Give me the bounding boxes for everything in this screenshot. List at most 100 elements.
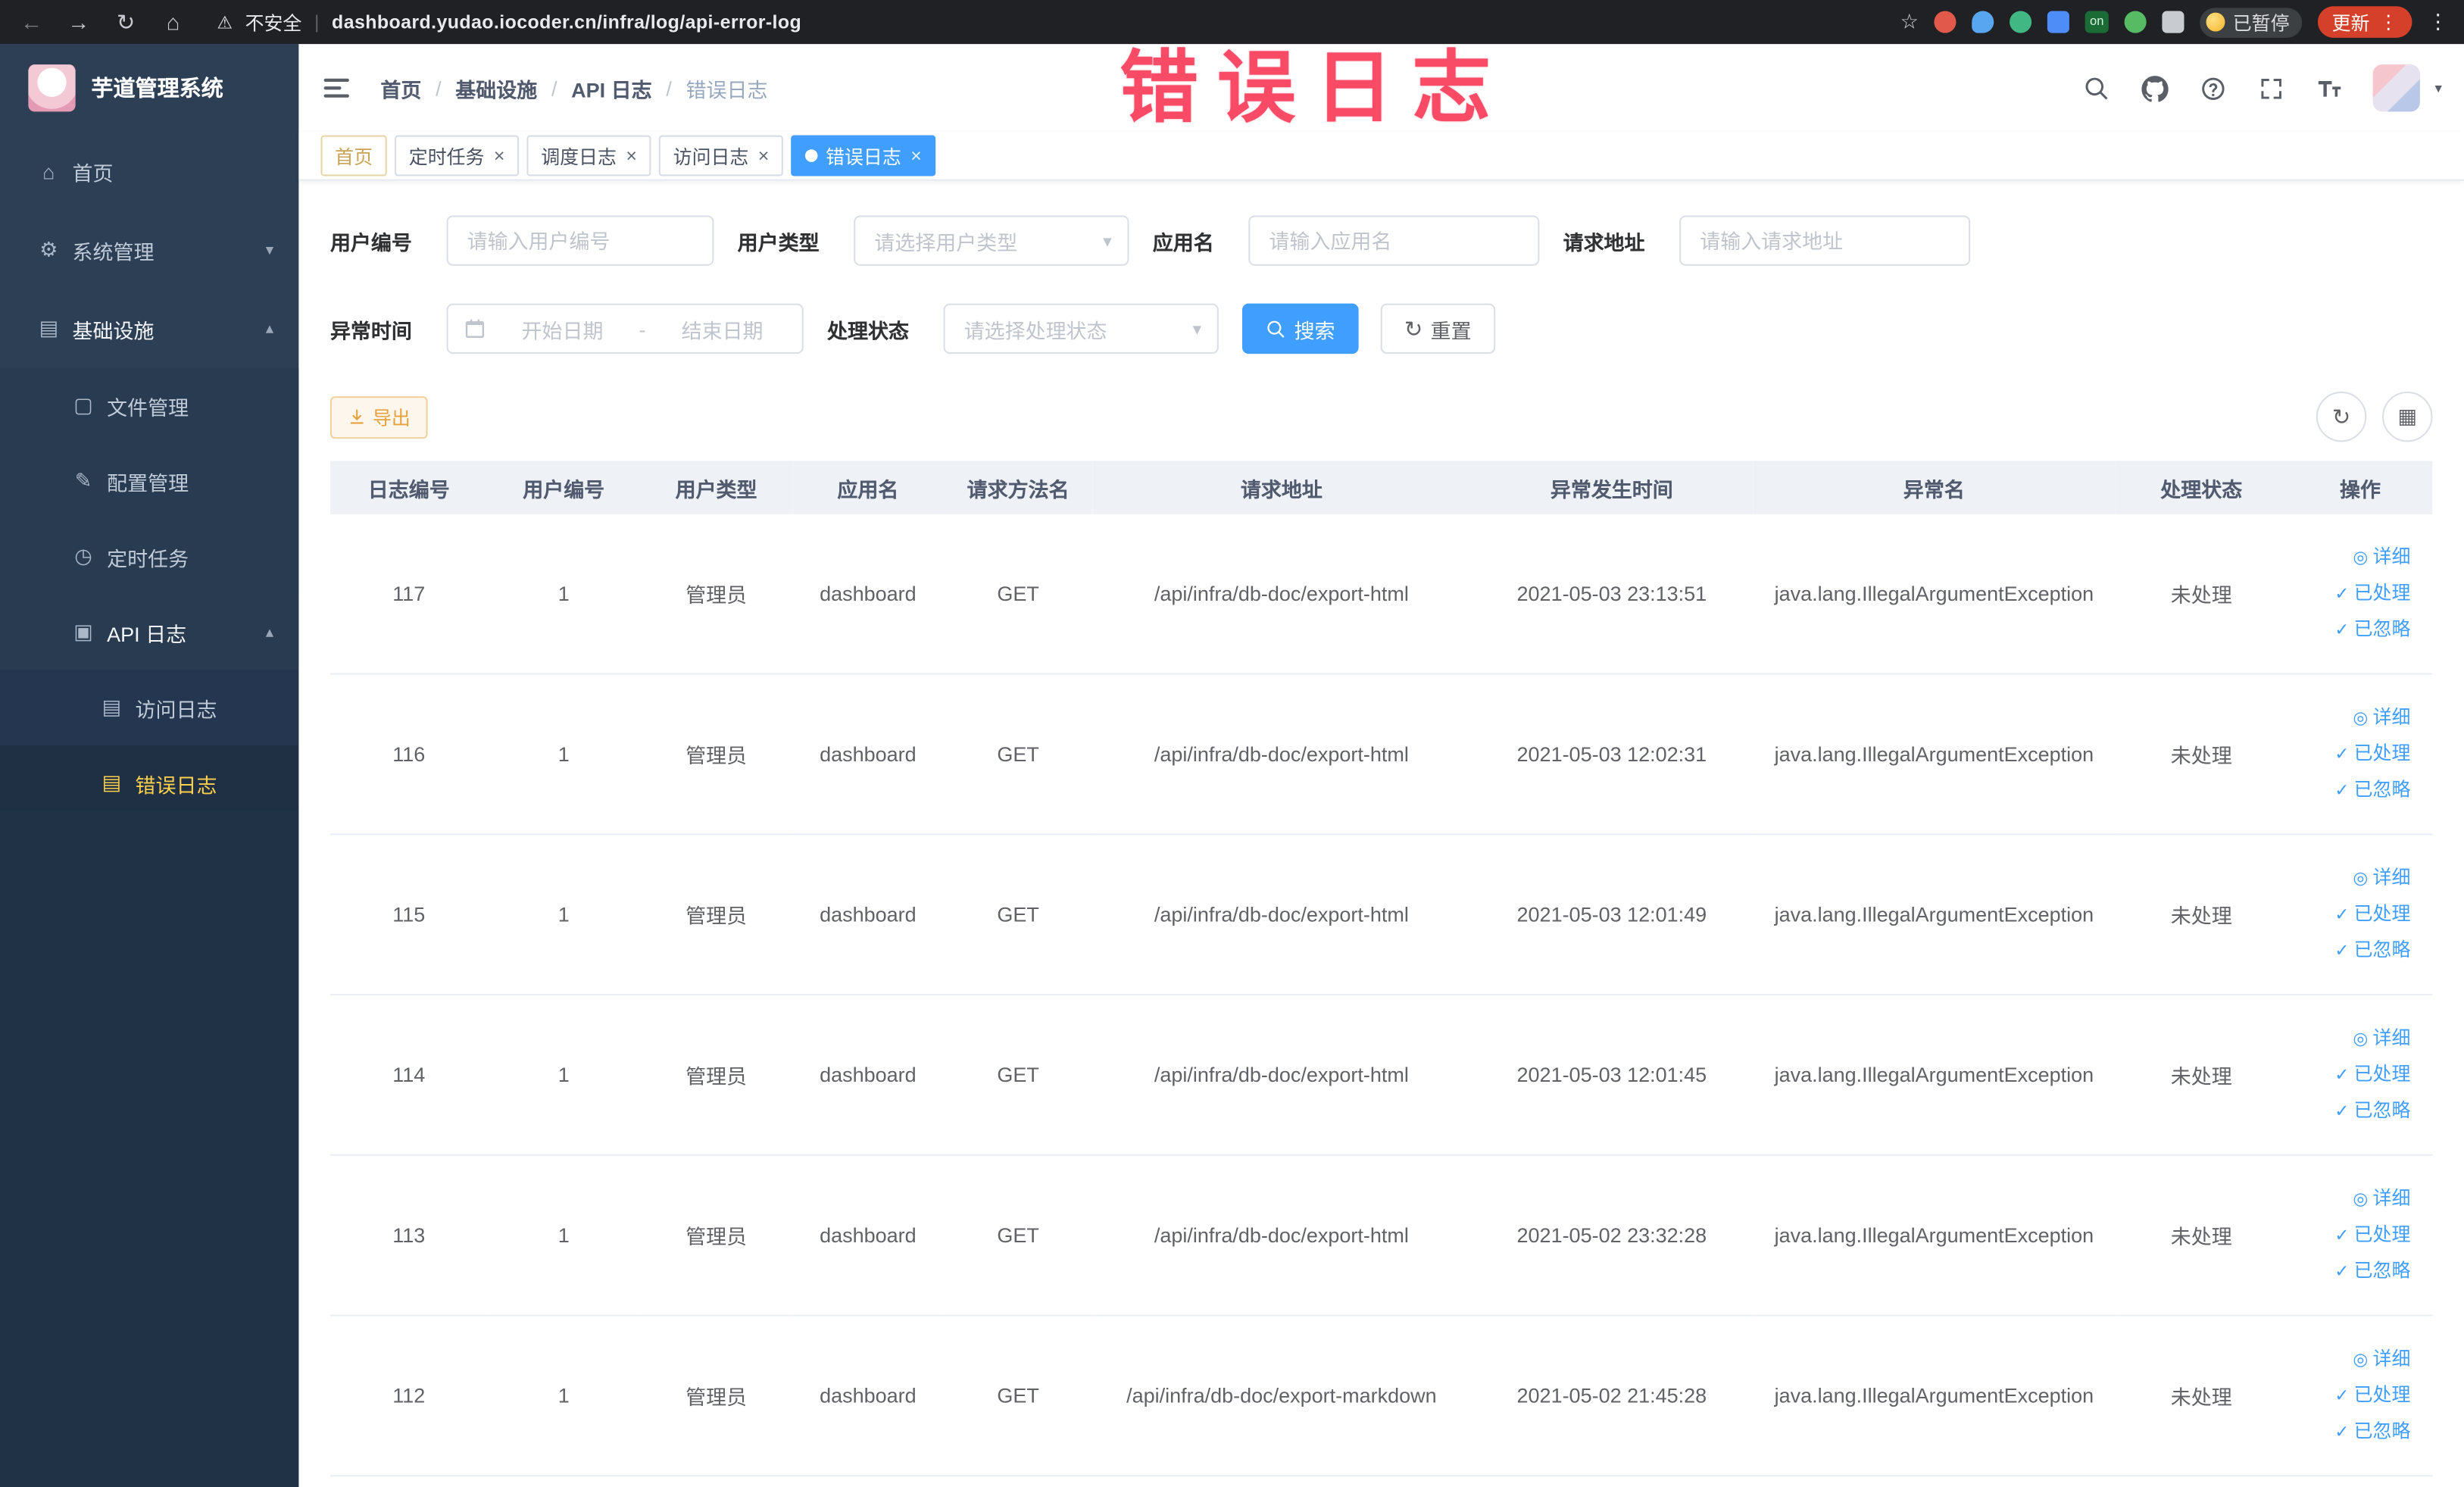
detail-link[interactable]: ◎ 详细 xyxy=(2294,861,2410,897)
filter-row-1: 用户编号 用户类型 请选择用户类型 应用名 xyxy=(330,215,2433,266)
processed-link[interactable]: ✓ 已处理 xyxy=(2294,896,2410,932)
font-size-icon[interactable] xyxy=(2316,74,2344,102)
filter-request-url: 请求地址 xyxy=(1563,215,1971,266)
table-header-row: 日志编号 用户编号 用户类型 应用名 请求方法名 请求地址 异常发生时间 异常名 处理状态 操作 xyxy=(329,461,2433,514)
ignored-link[interactable]: ✓ 已忽略 xyxy=(2294,612,2410,648)
sidebar-item-error-log[interactable]: ▤ 错误日志 xyxy=(0,745,299,811)
detail-link[interactable]: ◎ 详细 xyxy=(2294,1020,2410,1057)
tab-close-icon[interactable]: × xyxy=(758,146,770,165)
cell-exception: java.lang.IllegalArgumentException xyxy=(1753,514,2116,675)
reset-button[interactable]: 重置 xyxy=(1380,303,1495,355)
profile-paused-badge[interactable]: 已暂停 xyxy=(2200,7,2303,37)
breadcrumb-item[interactable]: 首页 xyxy=(380,73,421,103)
forward-icon[interactable]: → xyxy=(66,9,91,34)
check-icon: ✓ xyxy=(2334,942,2350,961)
sidebar-item-file-management[interactable]: ▢ 文件管理 xyxy=(0,367,299,444)
security-label: 不安全 xyxy=(245,11,302,34)
column-settings-button[interactable] xyxy=(2382,391,2433,442)
breadcrumb-item[interactable]: API 日志 xyxy=(571,73,651,103)
processed-link[interactable]: ✓ 已处理 xyxy=(2294,736,2410,773)
chevron-down-icon: ▾ xyxy=(265,241,274,259)
detail-link[interactable]: ◎ 详细 xyxy=(2294,700,2410,736)
ignored-link[interactable]: ✓ 已忽略 xyxy=(2294,772,2410,808)
ignored-link[interactable]: ✓ 已忽略 xyxy=(2294,1093,2410,1129)
help-icon[interactable] xyxy=(2199,74,2227,102)
export-button[interactable]: 导出 xyxy=(329,395,428,439)
bookmark-star-icon[interactable]: ☆ xyxy=(1900,9,1919,34)
cell-time: 2021-05-02 21:45:28 xyxy=(1470,1315,1754,1477)
action-label: 已处理 xyxy=(2353,582,2411,604)
column-header: 异常发生时间 xyxy=(1470,461,1754,514)
cell-user_id: 1 xyxy=(487,1154,640,1317)
sidebar-item-system-management[interactable]: ⚙ 系统管理 ▾ xyxy=(0,211,298,289)
chrome-update-button[interactable]: 更新 ⋮ xyxy=(2317,6,2412,38)
tab-label: 首页 xyxy=(335,145,373,168)
reset-button-label: 重置 xyxy=(1430,318,1472,342)
extension-icon-on[interactable]: on xyxy=(2085,11,2109,33)
eye-icon: ◎ xyxy=(2353,709,2369,729)
tab-home[interactable]: 首页 xyxy=(320,135,387,177)
ignored-link[interactable]: ✓ 已忽略 xyxy=(2294,1414,2410,1450)
sidebar-item-infrastructure[interactable]: ▤ 基础设施 ▴ xyxy=(0,289,298,368)
cell-status: 未处理 xyxy=(2115,1154,2288,1317)
sidebar-item-home[interactable]: ⌂ 首页 xyxy=(0,132,298,211)
ignored-link[interactable]: ✓ 已忽略 xyxy=(2294,1254,2410,1290)
tab-scheduled-tasks[interactable]: 定时任务 × xyxy=(395,135,520,177)
search-icon[interactable] xyxy=(2083,74,2111,102)
avatar-chevron-down-icon[interactable]: ▾ xyxy=(2435,80,2442,97)
detail-link[interactable]: ◎ 详细 xyxy=(2294,539,2410,576)
user-id-input[interactable] xyxy=(446,215,714,266)
request-url-input[interactable] xyxy=(1679,215,1971,266)
processed-link[interactable]: ✓ 已处理 xyxy=(2294,1378,2410,1414)
refresh-table-button[interactable] xyxy=(2316,391,2367,442)
select-placeholder: 请选择处理状态 xyxy=(963,318,1107,342)
processed-link[interactable]: ✓ 已处理 xyxy=(2294,1057,2411,1093)
extension-icon-drop[interactable] xyxy=(1972,11,1994,33)
check-icon: ✓ xyxy=(2334,1066,2350,1086)
reload-icon[interactable]: ↻ xyxy=(113,8,138,35)
home-icon[interactable]: ⌂ xyxy=(161,9,186,34)
action-label: 已处理 xyxy=(2353,1223,2411,1246)
app-name-input[interactable] xyxy=(1248,215,1540,266)
tab-access-log[interactable]: 访问日志 × xyxy=(658,135,784,177)
extensions-puzzle-icon[interactable] xyxy=(2162,11,2184,33)
back-icon[interactable]: ← xyxy=(19,9,44,34)
exception-time-range[interactable]: 开始日期 - 结束日期 xyxy=(446,303,804,355)
processed-link[interactable]: ✓ 已处理 xyxy=(2294,1217,2411,1254)
address-bar[interactable]: ⚠ 不安全 | dashboard.yudao.iocoder.cn/infra… xyxy=(217,8,1900,35)
detail-link[interactable]: ◎ 详细 xyxy=(2294,1342,2411,1378)
search-button[interactable]: 搜索 xyxy=(1242,303,1359,355)
breadcrumb-item[interactable]: 基础设施 xyxy=(455,73,537,103)
process-status-select[interactable]: 请选择处理状态 xyxy=(943,303,1219,355)
tab-schedule-log[interactable]: 调度日志 × xyxy=(526,135,651,177)
detail-link[interactable]: ◎ 详细 xyxy=(2294,1181,2410,1217)
fullscreen-icon[interactable] xyxy=(2257,74,2285,102)
extension-icon-grid[interactable] xyxy=(2047,11,2070,33)
page: 错误日志 ← → ↻ ⌂ ⚠ 不安全 | dashboard.yudao.ioc… xyxy=(0,0,2464,1487)
sidebar-item-api-logs[interactable]: ▣ API 日志 ▴ xyxy=(0,594,299,670)
tab-close-icon[interactable]: × xyxy=(626,146,637,165)
logo[interactable]: 芋道管理系统 xyxy=(0,44,299,133)
user-avatar[interactable] xyxy=(2373,64,2421,112)
action-label: 已处理 xyxy=(2353,1063,2411,1086)
sidebar: 芋道管理系统 ⌂ 首页 ⚙ 系统管理 ▾ ▤ 基础设施 ▴ ▢ 文件管理 ✎ 配置管理 ◷ 定时任务 ▣ AP… xyxy=(0,44,299,1487)
extension-icon-leaf[interactable] xyxy=(2124,11,2147,33)
ignored-link[interactable]: ✓ 已忽略 xyxy=(2294,932,2410,969)
user-type-label: 用户类型 xyxy=(737,230,820,255)
sidebar-toggle-icon[interactable] xyxy=(323,72,356,104)
sidebar-item-scheduled-tasks[interactable]: ◷ 定时任务 xyxy=(0,519,299,595)
address-separator: | xyxy=(314,11,320,33)
action-label: 详细 xyxy=(2372,1348,2411,1370)
tab-close-icon[interactable]: × xyxy=(910,146,922,165)
browser-menu-icon[interactable]: ⋮ xyxy=(2428,9,2448,34)
tab-error-log[interactable]: 错误日志 × xyxy=(791,135,936,177)
github-icon[interactable] xyxy=(2141,74,2169,102)
process-status-label: 处理状态 xyxy=(826,318,909,342)
sidebar-item-access-log[interactable]: ▤ 访问日志 xyxy=(0,670,299,745)
sidebar-item-config-management[interactable]: ✎ 配置管理 xyxy=(0,443,299,520)
extension-icon-red[interactable] xyxy=(1934,11,1957,33)
processed-link[interactable]: ✓ 已处理 xyxy=(2294,576,2411,612)
tab-close-icon[interactable]: × xyxy=(494,146,505,165)
extension-icon-vue[interactable] xyxy=(2010,11,2032,33)
user-type-select[interactable]: 请选择用户类型 xyxy=(854,215,1129,266)
